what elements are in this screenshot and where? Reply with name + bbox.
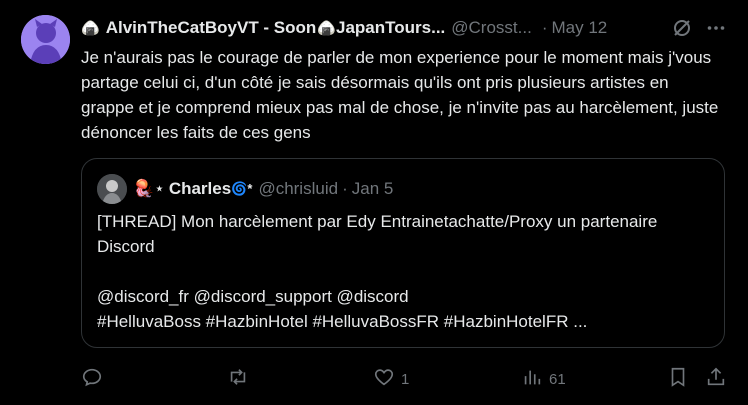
quote-avatar[interactable] <box>97 174 127 204</box>
tweet-header: 🍙 AlvinTheCatBoyVT - Soon 🍙 JapanTours..… <box>81 16 726 40</box>
separator-dot: · <box>541 18 548 37</box>
retweet-icon <box>227 366 249 392</box>
bookmark-icon <box>667 366 689 392</box>
author-avatar[interactable] <box>21 15 70 64</box>
quote-line-1: [THREAD] Mon harcèlement par Edy Entrain… <box>97 212 658 256</box>
like-count: 1 <box>401 370 410 388</box>
quote-mentions: @discord_fr @discord_support @discord <box>97 287 409 306</box>
retweet-button[interactable] <box>227 366 255 392</box>
quoted-tweet[interactable]: 🪼⋆ Charles 🌀* @chrisluid · Jan 5 [THREAD… <box>81 158 725 348</box>
separator-dot: · <box>342 179 348 198</box>
quote-name-prefix: 🪼⋆ <box>133 179 165 198</box>
views-icon <box>521 366 543 392</box>
author-handle[interactable]: @Crosst... <box>451 18 532 38</box>
more-icon[interactable] <box>706 18 726 38</box>
quote-hashtags: #HelluvaBoss #HazbinHotel #HelluvaBossFR… <box>97 312 588 331</box>
author-name-tail[interactable]: JapanTours... <box>336 18 445 38</box>
quote-date[interactable]: Jan 5 <box>352 179 394 199</box>
views-button[interactable]: 61 <box>521 366 566 392</box>
action-bar: 1 61 <box>81 364 731 392</box>
quote-author-name[interactable]: Charles <box>169 179 231 199</box>
tweet-date[interactable]: May 12 <box>551 18 607 38</box>
quote-name-suffix: 🌀* <box>231 181 253 196</box>
share-button[interactable] <box>705 366 727 392</box>
like-button[interactable]: 1 <box>373 366 409 392</box>
share-icon <box>705 366 727 392</box>
reply-icon <box>81 366 103 392</box>
quote-text: [THREAD] Mon harcèlement par Edy Entrain… <box>97 209 707 334</box>
quote-author-handle[interactable]: @chrisluid <box>258 179 338 199</box>
like-icon <box>373 366 395 392</box>
reply-button[interactable] <box>81 366 109 392</box>
quote-spacer <box>97 259 707 284</box>
tweet-text: Je n'aurais pas le courage de parler de … <box>81 48 719 142</box>
onigiri-icon: 🍙 <box>81 20 100 37</box>
author-name[interactable]: AlvinTheCatBoyVT - Soon <box>106 18 317 38</box>
views-count: 61 <box>549 370 566 388</box>
grok-icon[interactable] <box>672 18 692 38</box>
bookmark-button[interactable] <box>667 366 689 392</box>
onigiri-icon: 🍙 <box>317 20 336 37</box>
quote-header: 🪼⋆ Charles 🌀* @chrisluid · Jan 5 <box>97 174 394 204</box>
